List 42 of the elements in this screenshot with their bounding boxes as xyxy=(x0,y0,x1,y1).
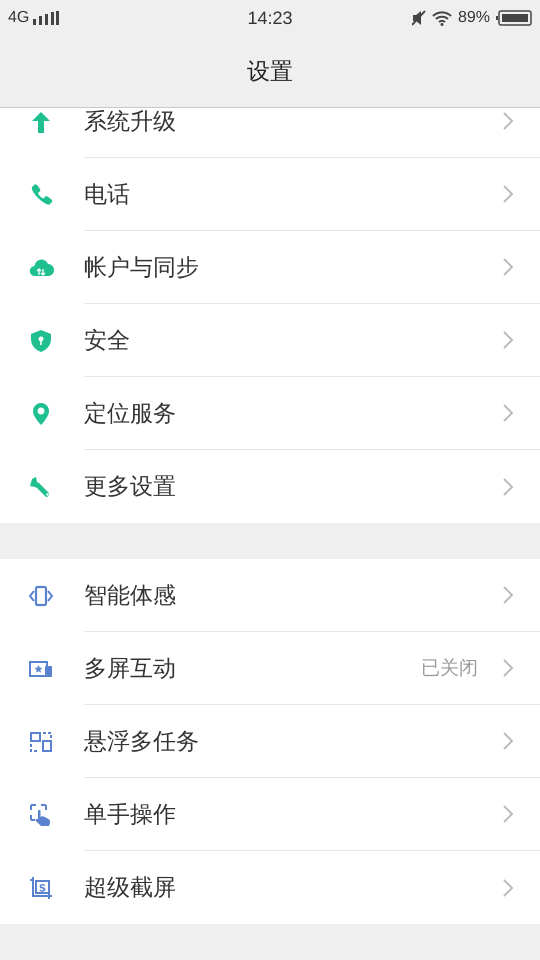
chevron-icon xyxy=(502,403,514,423)
chevron-icon xyxy=(502,731,514,751)
settings-row[interactable]: 电话 xyxy=(0,158,540,231)
settings-row[interactable]: 悬浮多任务 xyxy=(0,705,540,778)
row-label: 超级截屏 xyxy=(84,874,177,903)
chevron-icon xyxy=(502,585,514,605)
chevron-icon xyxy=(502,257,514,277)
chevron-icon xyxy=(502,878,514,898)
row-label: 安全 xyxy=(84,326,131,356)
chevron-icon xyxy=(502,658,514,678)
settings-row[interactable]: 帐户与同步 xyxy=(0,231,540,304)
row-label: 更多设置 xyxy=(84,473,177,502)
signal-icon xyxy=(33,11,60,25)
settings-row[interactable]: 更多设置 xyxy=(0,450,540,523)
chevron-icon xyxy=(502,184,514,204)
battery-percent: 89% xyxy=(458,9,490,27)
settings-row[interactable]: 安全 xyxy=(0,304,540,377)
row-value: 已关闭 xyxy=(421,656,478,681)
row-label: 智能体感 xyxy=(84,582,177,610)
row-label: 悬浮多任务 xyxy=(84,728,200,756)
row-label: 单手操作 xyxy=(84,800,177,830)
row-label: 多屏互动 xyxy=(84,654,177,684)
settings-row[interactable]: 智能体感 xyxy=(0,559,540,632)
settings-row[interactable]: S 超级截屏 xyxy=(0,851,540,924)
row-label: 电话 xyxy=(84,180,131,210)
row-label: 定位服务 xyxy=(84,400,177,428)
network-type: 4G xyxy=(8,9,30,27)
chevron-icon xyxy=(502,804,514,824)
settings-row[interactable]: 多屏互动 已关闭 xyxy=(0,632,540,705)
settings-row[interactable]: 单手操作 xyxy=(0,778,540,851)
clock-time: 14:23 xyxy=(247,8,293,28)
chevron-icon xyxy=(502,111,514,131)
settings-row[interactable]: 定位服务 xyxy=(0,377,540,450)
settings-row[interactable]: 系统升级 xyxy=(0,108,540,158)
chevron-icon xyxy=(502,330,514,350)
wifi-icon xyxy=(432,10,452,26)
row-label: 帐户与同步 xyxy=(84,254,200,282)
mute-icon xyxy=(412,10,426,26)
page-title: 设置 xyxy=(247,58,293,87)
chevron-icon xyxy=(502,476,514,496)
battery-icon xyxy=(496,10,532,26)
row-label: 系统升级 xyxy=(84,108,177,136)
